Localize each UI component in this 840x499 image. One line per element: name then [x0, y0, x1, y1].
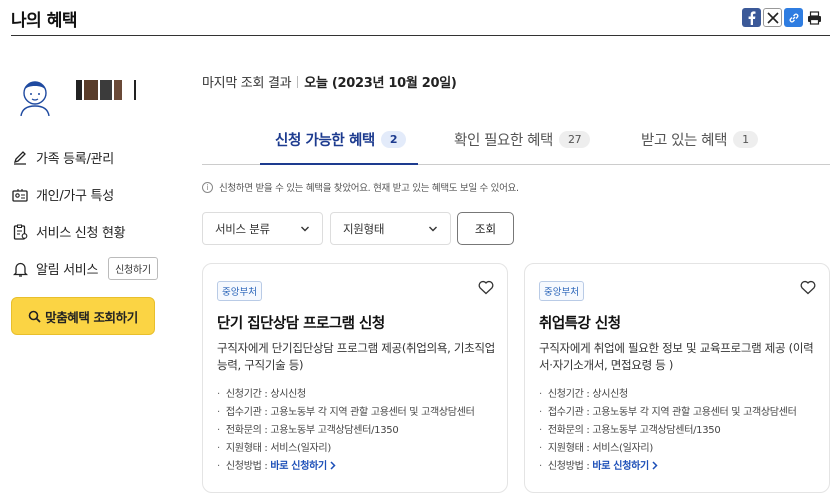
- page-title: 나의 혜택: [11, 11, 77, 31]
- bell-icon: [11, 260, 29, 278]
- sidebar-item-label: 가족 등록/관리: [36, 152, 114, 167]
- print-icon[interactable]: [805, 8, 824, 27]
- sidebar-item-household[interactable]: 개인/가구 특성: [11, 176, 171, 213]
- card-support-type: 지원형태 : 서비스(일자리): [539, 440, 819, 458]
- sidebar-item-label: 개인/가구 특성: [36, 189, 114, 204]
- notice-label: 신청하면 받을 수 있는 혜택을 찾았어요. 현재 받고 있는 혜택도 보일 수…: [219, 183, 519, 194]
- select-value: 서비스 분류: [215, 221, 270, 236]
- card-details: 신청기간 : 상시신청 접수기관 : 고용노동부 각 지역 관할 고용센터 및 …: [217, 386, 497, 476]
- agency-badge: 중앙부처: [539, 281, 584, 301]
- sidebar-item-label: 서비스 신청 현황: [36, 226, 126, 241]
- card-period: 신청기간 : 상시신청: [539, 386, 819, 404]
- divider: [297, 75, 299, 88]
- apply-now-link[interactable]: 바로 신청하기: [592, 461, 649, 472]
- card-description: 구직자에게 취업에 필요한 정보 및 교육프로그램 제공 (이력서·자기소개서,…: [539, 341, 814, 372]
- heart-icon[interactable]: [800, 280, 816, 295]
- facebook-icon[interactable]: [742, 8, 761, 27]
- sidebar-item-family[interactable]: 가족 등록/관리: [11, 139, 171, 176]
- info-icon: i: [202, 181, 213, 193]
- last-check-info: 마지막 조회 결과 오늘 (2023년 10월 20일): [202, 72, 457, 91]
- tab-label: 받고 있는 혜택: [641, 132, 728, 149]
- clipboard-icon: [11, 223, 29, 241]
- sidebar-item-label: 알림 서비스: [36, 263, 99, 278]
- tab-needs-check[interactable]: 확인 필요한 혜택 27: [454, 128, 591, 150]
- custom-benefit-lookup-button[interactable]: 맞춤혜택 조회하기: [11, 297, 155, 335]
- chevron-down-icon: [429, 226, 437, 232]
- agency-badge: 중앙부처: [217, 281, 262, 301]
- notice-text: i 신청하면 받을 수 있는 혜택을 찾았어요. 현재 받고 있는 혜택도 보일…: [202, 180, 519, 194]
- avatar: [16, 76, 54, 117]
- link-icon[interactable]: [784, 8, 803, 27]
- card-agency: 접수기관 : 고용노동부 각 지역 관할 고용센터 및 고객상담센터: [539, 404, 819, 422]
- card-method: 신청방법 : 바로 신청하기: [217, 458, 497, 476]
- service-category-select[interactable]: 서비스 분류: [202, 212, 323, 245]
- tab-available[interactable]: 신청 가능한 혜택 2: [275, 128, 407, 150]
- sidebar-item-alarm[interactable]: 알림 서비스 신청하기: [11, 250, 171, 287]
- benefit-card[interactable]: 중앙부처 취업특강 신청 구직자에게 취업에 필요한 정보 및 교육프로그램 제…: [524, 263, 830, 493]
- card-method: 신청방법 : 바로 신청하기: [539, 458, 819, 476]
- sidebar-item-application-status[interactable]: 서비스 신청 현황: [11, 213, 171, 250]
- benefit-card[interactable]: 중앙부처 단기 집단상담 프로그램 신청 구직자에게 단기집단상담 프로그램 제…: [202, 263, 508, 493]
- card-details: 신청기간 : 상시신청 접수기관 : 고용노동부 각 지역 관할 고용센터 및 …: [539, 386, 819, 476]
- tab-label: 신청 가능한 혜택: [275, 132, 375, 149]
- chevron-down-icon: [301, 226, 309, 232]
- heart-icon[interactable]: [478, 280, 494, 295]
- support-type-select[interactable]: 지원형태: [330, 212, 451, 245]
- search-button[interactable]: 조회: [457, 212, 514, 245]
- card-title[interactable]: 취업특강 신청: [539, 312, 621, 333]
- id-card-icon: [11, 186, 29, 204]
- card-description: 구직자에게 단기집단상담 프로그램 제공(취업의욕, 기초직업능력, 구직기술 …: [217, 341, 495, 372]
- select-value: 지원형태: [343, 221, 385, 236]
- lookup-button-label: 맞춤혜택 조회하기: [45, 309, 138, 325]
- chevron-right-icon: [652, 461, 658, 470]
- sidebar-menu: 가족 등록/관리 개인/가구 특성 서비스 신청 현황 알림 서비스 신청하기: [11, 139, 171, 287]
- card-support-type: 지원형태 : 서비스(일자리): [217, 440, 497, 458]
- card-title[interactable]: 단기 집단상담 프로그램 신청: [217, 312, 385, 333]
- tab-receiving[interactable]: 받고 있는 혜택 1: [641, 128, 758, 150]
- pencil-icon: [11, 149, 29, 167]
- alarm-apply-button[interactable]: 신청하기: [108, 257, 158, 280]
- last-check-date: 오늘 (2023년 10월 20일): [304, 76, 457, 91]
- page-header: 나의 혜택: [11, 0, 830, 36]
- card-period: 신청기간 : 상시신청: [217, 386, 497, 404]
- tab-count-badge: 2: [380, 130, 407, 148]
- benefit-tabs: 신청 가능한 혜택 2 확인 필요한 혜택 27 받고 있는 혜택 1: [202, 118, 830, 165]
- card-phone: 전화문의 : 고용노동부 고객상담센터/1350: [217, 422, 497, 440]
- tab-label: 확인 필요한 혜택: [454, 132, 553, 149]
- active-tab-underline: [260, 163, 418, 165]
- chevron-right-icon: [330, 461, 336, 470]
- tab-count-badge: 27: [559, 130, 591, 148]
- tab-count-badge: 1: [733, 130, 758, 148]
- x-icon[interactable]: [763, 8, 782, 27]
- card-method-label: 신청방법 :: [547, 461, 593, 472]
- last-check-label: 마지막 조회 결과: [202, 76, 292, 91]
- share-toolbar: [742, 8, 824, 27]
- card-agency: 접수기관 : 고용노동부 각 지역 관할 고용센터 및 고객상담센터: [217, 404, 497, 422]
- apply-now-link[interactable]: 바로 신청하기: [270, 461, 327, 472]
- card-method-label: 신청방법 :: [225, 461, 271, 472]
- search-icon: [28, 310, 41, 323]
- card-phone: 전화문의 : 고용노동부 고객상담센터/1350: [539, 422, 819, 440]
- user-name-redacted: [76, 80, 136, 100]
